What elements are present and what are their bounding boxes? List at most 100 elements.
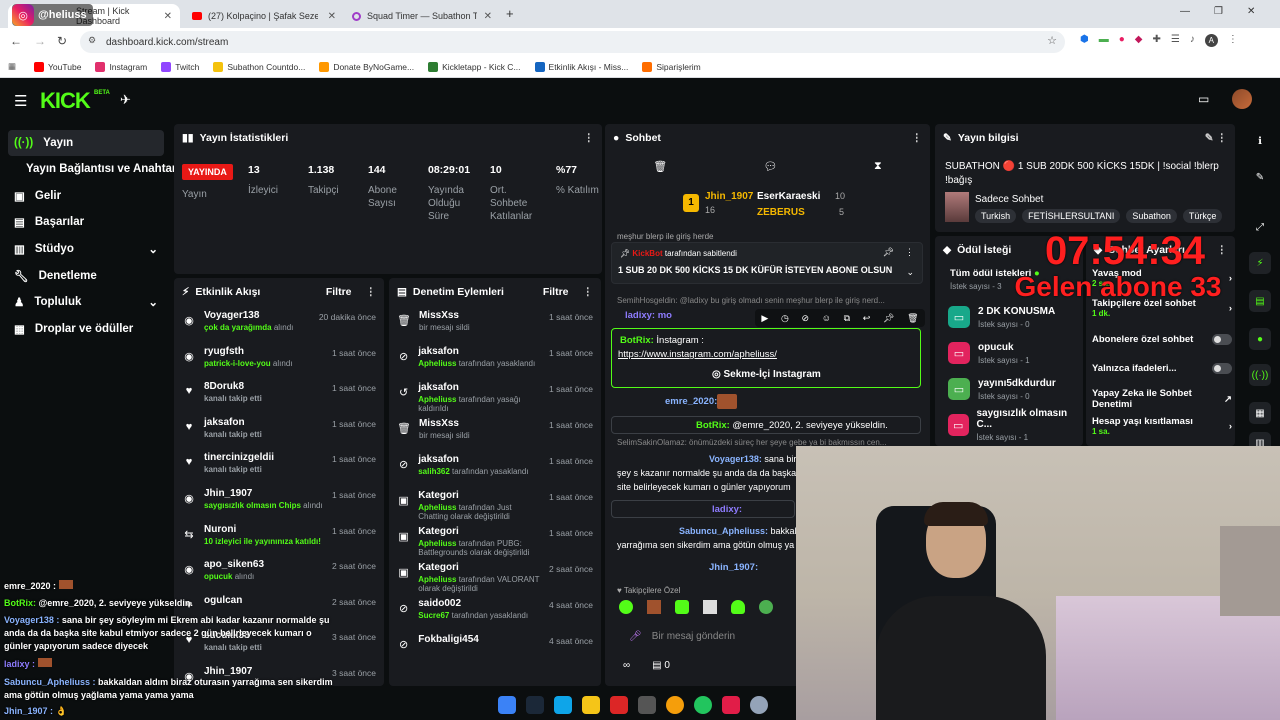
new-tab-button[interactable]: + bbox=[506, 6, 514, 21]
filter-button[interactable]: Filtre bbox=[543, 286, 569, 298]
sidebar-item-droplar[interactable]: ▦ Droplar ve ödüller bbox=[8, 316, 164, 342]
emote[interactable] bbox=[731, 600, 745, 614]
forward-icon[interactable]: → bbox=[34, 34, 46, 48]
emote[interactable] bbox=[619, 600, 633, 614]
activity-event[interactable]: ♥ tinercinizgeldii kanalı takip etti 1 saa… bbox=[182, 452, 376, 486]
app-icon[interactable] bbox=[750, 696, 768, 714]
edit-icon[interactable]: ✎ ⋮ bbox=[1205, 132, 1227, 144]
activity-event[interactable]: ◉ ryugfsth patrick-i-love-you alındı 1 saat… bbox=[182, 346, 376, 380]
bookmark-item[interactable]: Subathon Countdo... bbox=[213, 61, 305, 72]
extension-pink-icon[interactable]: ◆ bbox=[1135, 34, 1143, 47]
delete-icon[interactable]: 🗑︎ bbox=[907, 313, 918, 324]
pin-tool-icon[interactable]: ✈ bbox=[120, 92, 131, 108]
sidebar-item-denetleme[interactable]: 🔧︎ Denetleme bbox=[8, 263, 164, 289]
pencil-icon[interactable]: ✎ bbox=[1249, 166, 1271, 188]
profile-avatar[interactable]: A bbox=[1204, 34, 1218, 47]
bookmark-star-icon[interactable]: ☆ bbox=[1047, 34, 1057, 47]
more-options-icon[interactable]: ⋮ bbox=[584, 132, 595, 144]
pin-icon[interactable]: 📌︎ bbox=[883, 313, 894, 324]
moderation-event[interactable]: ▣ Kategori Apheliuss tarafından VALORANT o… bbox=[397, 562, 593, 598]
more-options-icon[interactable]: ⋮ bbox=[905, 247, 914, 258]
reward-item[interactable]: ▭ saygısızlık olmasın C... İstek sayısı - … bbox=[948, 408, 1078, 442]
more-options-icon[interactable]: ⋮ bbox=[912, 132, 923, 144]
moderation-event[interactable]: ⊘ saido002 Sucre67 tarafından yasaklandı 4 … bbox=[397, 598, 593, 634]
extension-green-icon[interactable]: ▬ bbox=[1099, 34, 1109, 47]
chrome-icon[interactable] bbox=[694, 696, 712, 714]
kick-logo[interactable]: KICK bbox=[40, 88, 91, 114]
instagram-tab-button[interactable]: ◎ Sekme-İçi Instagram bbox=[712, 369, 821, 380]
moderation-event[interactable]: ⊘ Fokbaligi454 4 saat önce bbox=[397, 634, 593, 670]
bookmark-item[interactable]: Siparişlerim bbox=[642, 61, 701, 72]
sidebar-item-basarilar[interactable]: ▤ Başarılar bbox=[8, 209, 164, 235]
storage-icon[interactable]: ▦ bbox=[1249, 402, 1271, 424]
close-tab-icon[interactable]: ✕ bbox=[484, 11, 492, 22]
sidebar-item-yayin[interactable]: ((·)) Yayın bbox=[8, 130, 164, 156]
back-icon[interactable]: ← bbox=[10, 34, 22, 48]
more-options-icon[interactable]: ⋮ bbox=[366, 286, 377, 298]
community-icon[interactable]: ∞ bbox=[623, 660, 630, 671]
slash-icon[interactable]: ⊘ bbox=[802, 313, 810, 324]
subscribers-only-toggle[interactable] bbox=[1212, 334, 1232, 345]
reading-list-icon[interactable]: ☰ bbox=[1171, 34, 1180, 47]
extension-shield-icon[interactable]: ⬢ bbox=[1080, 34, 1089, 47]
reload-icon[interactable]: ↻ bbox=[57, 34, 67, 48]
clock-icon[interactable]: ◷ bbox=[781, 313, 789, 324]
filter-button[interactable]: Filtre bbox=[326, 286, 352, 298]
media-icon[interactable]: ♪ bbox=[1190, 34, 1195, 47]
emote[interactable] bbox=[675, 600, 689, 614]
reward-item[interactable]: ▭ opucuk İstek sayısı - 1 bbox=[948, 336, 1078, 370]
expand-icon[interactable]: ⤢ bbox=[1249, 216, 1271, 238]
url-input[interactable]: ⚙ dashboard.kick.com/stream ☆ bbox=[80, 31, 1065, 53]
tag-chip[interactable]: Turkish bbox=[975, 209, 1017, 223]
moderation-event[interactable]: ↺ jaksafon Apheliuss tarafından yasağı kal… bbox=[397, 382, 593, 418]
emotes-only-toggle[interactable] bbox=[1212, 363, 1232, 374]
chat-input[interactable]: 🎤︎ Bir mesaj gönderin bbox=[617, 624, 797, 648]
extension-red-icon[interactable]: ● bbox=[1119, 34, 1125, 47]
chat-icon[interactable]: 💬︎ bbox=[764, 160, 778, 173]
moderation-event[interactable]: ⊘ jaksafon Apheliuss tarafından yasaklandı… bbox=[397, 346, 593, 382]
reward-item[interactable]: ▭ yayını5dkdurdur İstek sayısı - 0 bbox=[948, 372, 1078, 406]
moderation-event[interactable]: 🗑︎ MissXss bir mesajı sildi 1 saat önce bbox=[397, 418, 593, 454]
unpin-icon[interactable]: 📌︎ bbox=[883, 247, 894, 258]
setting-account-age[interactable]: Hesap yaşı kısıtlaması 1 sa. › bbox=[1092, 416, 1232, 436]
browser-menu-icon[interactable]: ⋮ bbox=[1228, 34, 1238, 47]
tab-youtube[interactable]: (27) Kolpaçino | Şafak Sezer Tür ✕ bbox=[184, 4, 344, 28]
bookmark-item[interactable]: Kickletapp - Kick C... bbox=[428, 61, 521, 72]
tag-chip[interactable]: FETİSHLERSULTANI bbox=[1022, 209, 1121, 223]
store-icon[interactable]: ▤ 0 bbox=[652, 660, 670, 671]
site-info-icon[interactable]: ⚙ bbox=[88, 35, 96, 46]
sidebar-item-studyo[interactable]: ▥ Stüdyo ⌄ bbox=[8, 236, 164, 262]
start-icon[interactable] bbox=[498, 696, 516, 714]
chat-bubble-icon[interactable]: ● bbox=[1249, 328, 1271, 350]
sidebar-item-topluluk[interactable]: ♟ Topluluk ⌄ bbox=[8, 289, 164, 315]
extensions-puzzle-icon[interactable]: ✚ bbox=[1152, 34, 1160, 47]
sidebar-item-gelir[interactable]: ▣ Gelir bbox=[8, 183, 164, 209]
broadcast-icon[interactable]: ((·)) bbox=[1249, 364, 1271, 386]
emote-icon[interactable]: ☺ bbox=[822, 313, 831, 323]
activity-event[interactable]: ◉ Jhin_1907 saygısızlık olmasın Chips alın… bbox=[182, 488, 376, 522]
user-avatar[interactable] bbox=[1232, 89, 1252, 109]
emote[interactable] bbox=[759, 600, 773, 614]
moderation-event[interactable]: ▣ Kategori Apheliuss tarafından PUBG: Batt… bbox=[397, 526, 593, 562]
obs-icon[interactable] bbox=[638, 696, 656, 714]
lightning-icon[interactable]: ⚡︎ bbox=[1249, 252, 1271, 274]
sidebar-item-yayin-baglantisi[interactable]: Yayın Bağlantısı ve Anahtarı bbox=[8, 156, 180, 182]
app-icon[interactable] bbox=[722, 696, 740, 714]
minimize-icon[interactable]: — bbox=[1180, 6, 1190, 17]
app-icon[interactable] bbox=[554, 696, 572, 714]
folder-icon[interactable] bbox=[582, 696, 600, 714]
layout-icon[interactable]: ▭ bbox=[1198, 92, 1209, 106]
more-options-icon[interactable]: ⋮ bbox=[583, 286, 594, 298]
chrome-icon[interactable] bbox=[666, 696, 684, 714]
apps-grid-icon[interactable]: ▦ bbox=[8, 61, 16, 72]
bookmark-item[interactable]: Donate ByNoGame... bbox=[319, 61, 414, 72]
moderation-event[interactable]: ▣ Kategori Apheliuss tarafından Just Chatt… bbox=[397, 490, 593, 526]
tag-chip[interactable]: Subathon bbox=[1126, 209, 1177, 223]
copy-icon[interactable]: ⧉ bbox=[844, 313, 850, 324]
emote[interactable] bbox=[703, 600, 717, 614]
tag-chip[interactable]: Türkçe bbox=[1182, 209, 1223, 223]
bookmark-item[interactable]: Instagram bbox=[95, 61, 147, 72]
instagram-link[interactable]: https://www.instagram.com/apheliuss/ bbox=[618, 349, 777, 360]
tab-squad-timer[interactable]: Squad Timer — Subathon Timer ✕ bbox=[344, 4, 500, 28]
activity-event[interactable]: ◉ Voyager138 çok da yarağımda alındı 20 dak… bbox=[182, 310, 376, 344]
